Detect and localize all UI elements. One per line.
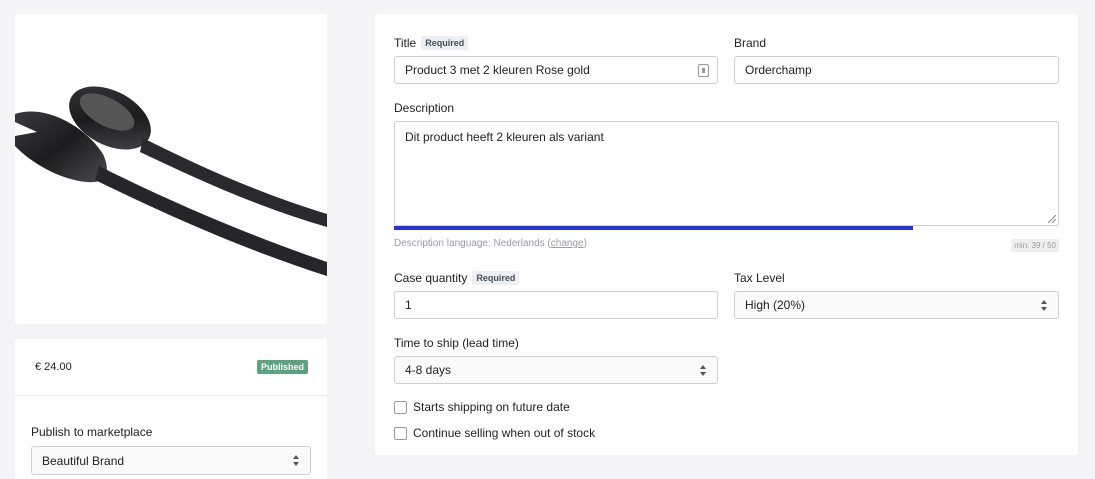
price-row: € 24.00 Published <box>15 339 327 396</box>
title-input[interactable]: Product 3 met 2 kleuren Rose gold <box>394 56 718 84</box>
select-arrows-icon <box>1041 300 1047 311</box>
select-arrows-icon <box>700 365 706 376</box>
product-sidebar: € 24.00 Published Publish to marketplace… <box>15 14 327 479</box>
price-card: € 24.00 Published Publish to marketplace… <box>15 339 327 479</box>
case-quantity-input[interactable]: 1 <box>394 291 718 319</box>
change-language-link[interactable]: change <box>551 238 584 249</box>
select-arrows-icon <box>293 455 299 466</box>
resize-handle-icon[interactable] <box>1048 215 1056 223</box>
case-quantity-value: 1 <box>405 298 412 312</box>
publish-label: Publish to marketplace <box>31 425 153 439</box>
brand-label: Brand <box>734 36 767 50</box>
language-prefix: Description language: Nederlands ( <box>394 238 551 249</box>
required-badge: Required <box>421 36 469 50</box>
out-of-stock-option[interactable]: Continue selling when out of stock <box>394 426 595 440</box>
title-label: Title Required <box>394 36 469 50</box>
character-counter: min: 39 / 50 <box>1011 239 1059 252</box>
product-price: € 24.00 <box>35 361 72 373</box>
future-date-checkbox[interactable] <box>394 400 407 414</box>
marketplace-select[interactable]: Beautiful Brand <box>31 446 311 475</box>
description-label: Description <box>394 101 455 115</box>
lead-time-label: Time to ship (lead time) <box>394 336 519 350</box>
lead-time-value: 4-8 days <box>405 363 452 377</box>
marketplace-select-value: Beautiful Brand <box>42 453 125 468</box>
autofill-icon[interactable] <box>698 64 709 77</box>
tax-level-value: High (20%) <box>745 298 806 312</box>
title-label-text: Title <box>394 36 417 50</box>
out-of-stock-label: Continue selling when out of stock <box>413 426 596 440</box>
description-language: Description language: Nederlands (change… <box>394 238 587 249</box>
future-date-option[interactable]: Starts shipping on future date <box>394 400 570 414</box>
case-quantity-label-text: Case quantity <box>394 271 468 285</box>
title-input-value: Product 3 met 2 kleuren Rose gold <box>405 63 590 77</box>
product-image[interactable] <box>15 14 327 324</box>
lead-time-select[interactable]: 4-8 days <box>394 356 718 384</box>
brand-input-value: Orderchamp <box>745 63 812 77</box>
brand-input[interactable]: Orderchamp <box>734 56 1059 84</box>
description-value: Dit product heeft 2 kleuren als variant <box>405 130 604 144</box>
language-suffix: ) <box>583 238 587 249</box>
tax-level-label: Tax Level <box>734 271 785 285</box>
product-form: Title Required Product 3 met 2 kleuren R… <box>375 14 1078 455</box>
description-progress-fill <box>394 226 913 230</box>
tax-level-select[interactable]: High (20%) <box>734 291 1059 319</box>
future-date-label: Starts shipping on future date <box>413 400 570 414</box>
description-textarea[interactable]: Dit product heeft 2 kleuren als variant <box>394 121 1059 226</box>
salad-servers-image <box>15 86 327 276</box>
status-badge: Published <box>256 360 308 374</box>
required-badge: Required <box>472 271 520 285</box>
case-quantity-label: Case quantity Required <box>394 271 520 285</box>
description-progress <box>394 226 1059 230</box>
out-of-stock-checkbox[interactable] <box>394 426 407 440</box>
